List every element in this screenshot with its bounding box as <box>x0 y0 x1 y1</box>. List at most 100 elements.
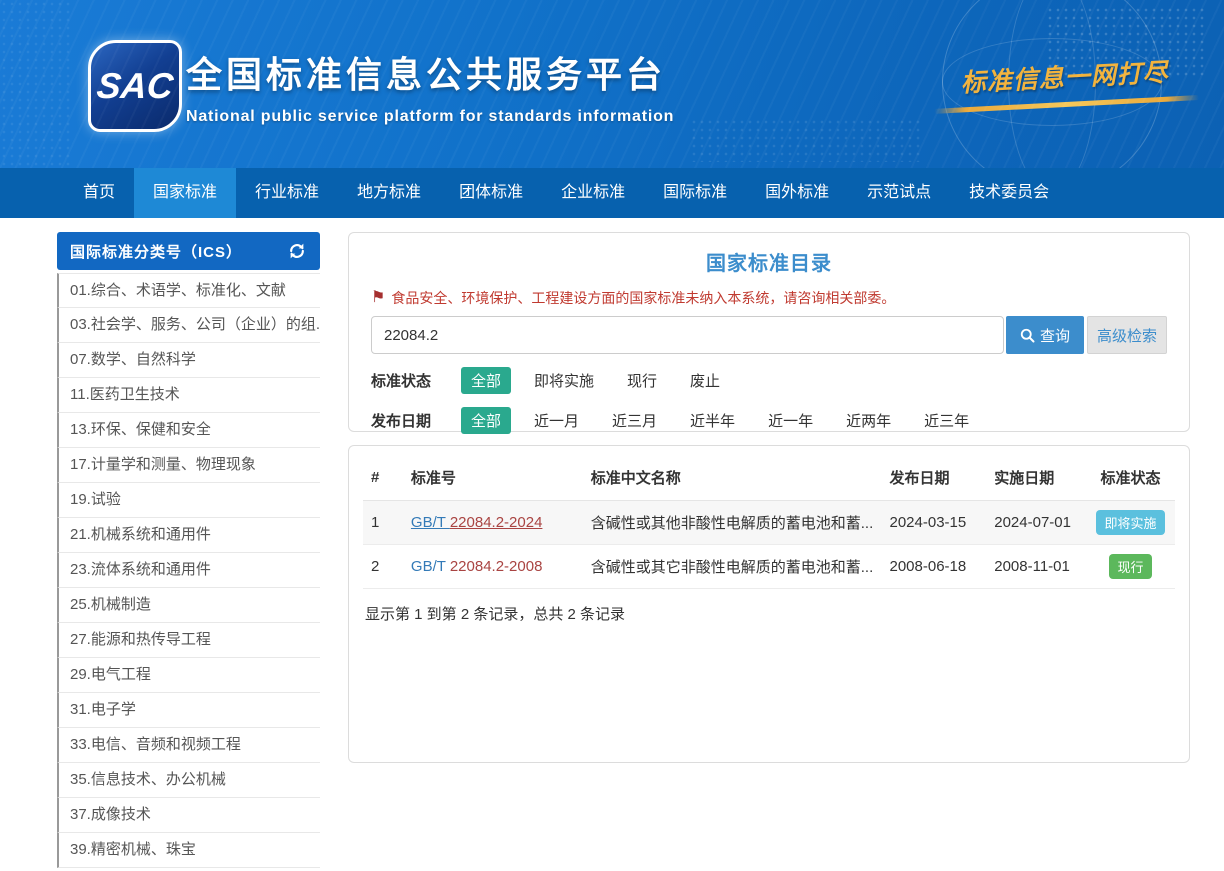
filter-option[interactable]: 近三年 <box>914 407 979 434</box>
standard-name: 含碱性或其它非酸性电解质的蓄电池和蓄... <box>583 545 882 589</box>
site-title: 全国标准信息公共服务平台 <box>186 46 674 98</box>
advanced-search-label: 高级检索 <box>1097 325 1157 346</box>
table-header-cell: 发布日期 <box>881 454 986 501</box>
advanced-search-button[interactable]: 高级检索 <box>1087 316 1167 354</box>
standard-code-number: 22084.2-2008 <box>450 558 543 575</box>
search-panel: 国家标准目录 ⚑ 食品安全、环境保护、工程建设方面的国家标准未纳入本系统，请咨询… <box>348 232 1190 432</box>
brand-block: 全国标准信息公共服务平台 National public service pla… <box>186 46 674 126</box>
ics-sidebar-header: 国际标准分类号（ICS） <box>57 232 320 270</box>
implement-date: 2024-07-01 <box>986 501 1086 545</box>
row-index: 1 <box>363 501 403 545</box>
ics-category-item[interactable]: 01.综合、术语学、标准化、文献 <box>57 273 320 308</box>
refresh-icon[interactable] <box>287 241 307 261</box>
slogan-underline-decoration <box>934 95 1199 114</box>
ics-category-item[interactable]: 17.计量学和测量、物理现象 <box>57 448 320 483</box>
publish-date: 2008-06-18 <box>881 545 986 589</box>
status-badge: 即将实施 <box>1096 510 1164 535</box>
nav-item-2[interactable]: 行业标准 <box>236 168 338 218</box>
filter-option[interactable]: 近三月 <box>602 407 667 434</box>
globe-decoration <box>942 0 1162 168</box>
dot-pattern-decoration <box>1046 6 1206 78</box>
filters-block: 标准状态全部即将实施现行废止发布日期 全部近一月近三月近半年近一年近两年近三年 <box>371 366 1167 434</box>
nav-item-5[interactable]: 企业标准 <box>542 168 644 218</box>
ics-sidebar-title: 国际标准分类号（ICS） <box>70 241 242 262</box>
filter-option[interactable]: 全部 <box>461 367 511 394</box>
filter-row-1: 发布日期 全部近一月近三月近半年近一年近两年近三年 <box>371 406 1167 434</box>
filter-option[interactable]: 近半年 <box>680 407 745 434</box>
ics-category-item[interactable]: 13.环保、保健和安全 <box>57 413 320 448</box>
search-icon <box>1020 328 1035 343</box>
sac-logo-text: SAC <box>95 65 175 107</box>
main-content: 国家标准目录 ⚑ 食品安全、环境保护、工程建设方面的国家标准未纳入本系统，请咨询… <box>348 232 1190 763</box>
ics-category-item[interactable]: 37.成像技术 <box>57 798 320 833</box>
status-cell: 即将实施 <box>1086 501 1175 545</box>
standard-code-cell: GB/T 22084.2-2024 <box>403 501 583 545</box>
ics-category-item[interactable]: 29.电气工程 <box>57 658 320 693</box>
standard-code-number: 22084.2-2024 <box>450 514 543 531</box>
table-header-cell: 实施日期 <box>986 454 1086 501</box>
publish-date: 2024-03-15 <box>881 501 986 545</box>
table-header-cell: 标准中文名称 <box>583 454 882 501</box>
filter-option[interactable]: 现行 <box>617 367 667 394</box>
filter-option[interactable]: 废止 <box>680 367 730 394</box>
filter-option[interactable]: 即将实施 <box>524 367 604 394</box>
nav-item-1[interactable]: 国家标准 <box>134 168 236 218</box>
table-row: 2GB/T 22084.2-2008含碱性或其它非酸性电解质的蓄电池和蓄...2… <box>363 545 1175 589</box>
slogan-block: 标准信息一网打尽 <box>939 51 1191 113</box>
query-button-label: 查询 <box>1040 325 1070 346</box>
main-nav: 首页国家标准行业标准地方标准团体标准企业标准国际标准国外标准示范试点技术委员会 <box>0 168 1224 218</box>
notice-text: 食品安全、环境保护、工程建设方面的国家标准未纳入本系统，请咨询相关部委。 <box>391 288 895 308</box>
sac-logo[interactable]: SAC <box>88 40 182 132</box>
standard-code-link[interactable]: GB/T 22084.2-2024 <box>411 514 543 531</box>
ics-category-item[interactable]: 19.试验 <box>57 483 320 518</box>
search-input[interactable] <box>371 316 1004 354</box>
filter-option[interactable]: 近两年 <box>836 407 901 434</box>
results-summary: 显示第 1 到第 2 条记录，总共 2 条记录 <box>365 603 1175 624</box>
ics-category-item[interactable]: 07.数学、自然科学 <box>57 343 320 378</box>
ics-category-item[interactable]: 25.机械制造 <box>57 588 320 623</box>
nav-item-9[interactable]: 技术委员会 <box>950 168 1068 218</box>
nav-item-4[interactable]: 团体标准 <box>440 168 542 218</box>
ics-category-item[interactable]: 39.精密机械、珠宝 <box>57 833 320 868</box>
table-header-cell: 标准号 <box>403 454 583 501</box>
ics-category-item[interactable]: 35.信息技术、办公机械 <box>57 763 320 798</box>
table-header-cell: 标准状态 <box>1086 454 1175 501</box>
results-panel: #标准号标准中文名称发布日期实施日期标准状态 1 GB/T 22084.2-202… <box>348 445 1190 763</box>
results-table: #标准号标准中文名称发布日期实施日期标准状态 1 GB/T 22084.2-202… <box>363 454 1175 589</box>
site-header: SAC 全国标准信息公共服务平台 National public service… <box>0 0 1224 168</box>
row-index: 2 <box>363 545 403 589</box>
ics-category-item[interactable]: 03.社会学、服务、公司（企业）的组... <box>57 308 320 343</box>
nav-item-3[interactable]: 地方标准 <box>338 168 440 218</box>
standard-code-cell: GB/T 22084.2-2008 <box>403 545 583 589</box>
filter-row-0: 标准状态全部即将实施现行废止 <box>371 366 1167 394</box>
filter-option[interactable]: 近一年 <box>758 407 823 434</box>
sac-logo-box: SAC <box>88 40 182 132</box>
nav-item-7[interactable]: 国外标准 <box>746 168 848 218</box>
notice-row: ⚑ 食品安全、环境保护、工程建设方面的国家标准未纳入本系统，请咨询相关部委。 <box>371 288 1167 308</box>
standard-name: 含碱性或其他非酸性电解质的蓄电池和蓄... <box>583 501 882 545</box>
filter-option[interactable]: 近一月 <box>524 407 589 434</box>
ics-category-list: 01.综合、术语学、标准化、文献03.社会学、服务、公司（企业）的组...07.… <box>57 273 320 868</box>
ics-category-item[interactable]: 27.能源和热传导工程 <box>57 623 320 658</box>
slogan-text: 标准信息一网打尽 <box>939 51 1191 100</box>
flag-icon: ⚑ <box>371 290 385 306</box>
nav-item-8[interactable]: 示范试点 <box>848 168 950 218</box>
standard-code-link[interactable]: GB/T 22084.2-2008 <box>411 558 543 575</box>
dot-pattern-decoration <box>0 0 70 168</box>
query-button[interactable]: 查询 <box>1006 316 1084 354</box>
ics-category-item[interactable]: 11.医药卫生技术 <box>57 378 320 413</box>
filter-option[interactable]: 全部 <box>461 407 511 434</box>
standard-code-prefix: GB/T <box>411 558 450 575</box>
page-title: 国家标准目录 <box>371 247 1167 276</box>
table-header-cell: # <box>363 454 403 501</box>
nav-item-6[interactable]: 国际标准 <box>644 168 746 218</box>
status-cell: 现行 <box>1086 545 1175 589</box>
filter-label: 发布日期 <box>371 410 435 431</box>
table-header-row: #标准号标准中文名称发布日期实施日期标准状态 <box>363 454 1175 501</box>
ics-category-item[interactable]: 23.流体系统和通用件 <box>57 553 320 588</box>
nav-item-0[interactable]: 首页 <box>64 168 134 218</box>
ics-category-item[interactable]: 33.电信、音频和视频工程 <box>57 728 320 763</box>
ics-category-item[interactable]: 31.电子学 <box>57 693 320 728</box>
ics-category-item[interactable]: 21.机械系统和通用件 <box>57 518 320 553</box>
site-subtitle: National public service platform for sta… <box>186 108 674 126</box>
